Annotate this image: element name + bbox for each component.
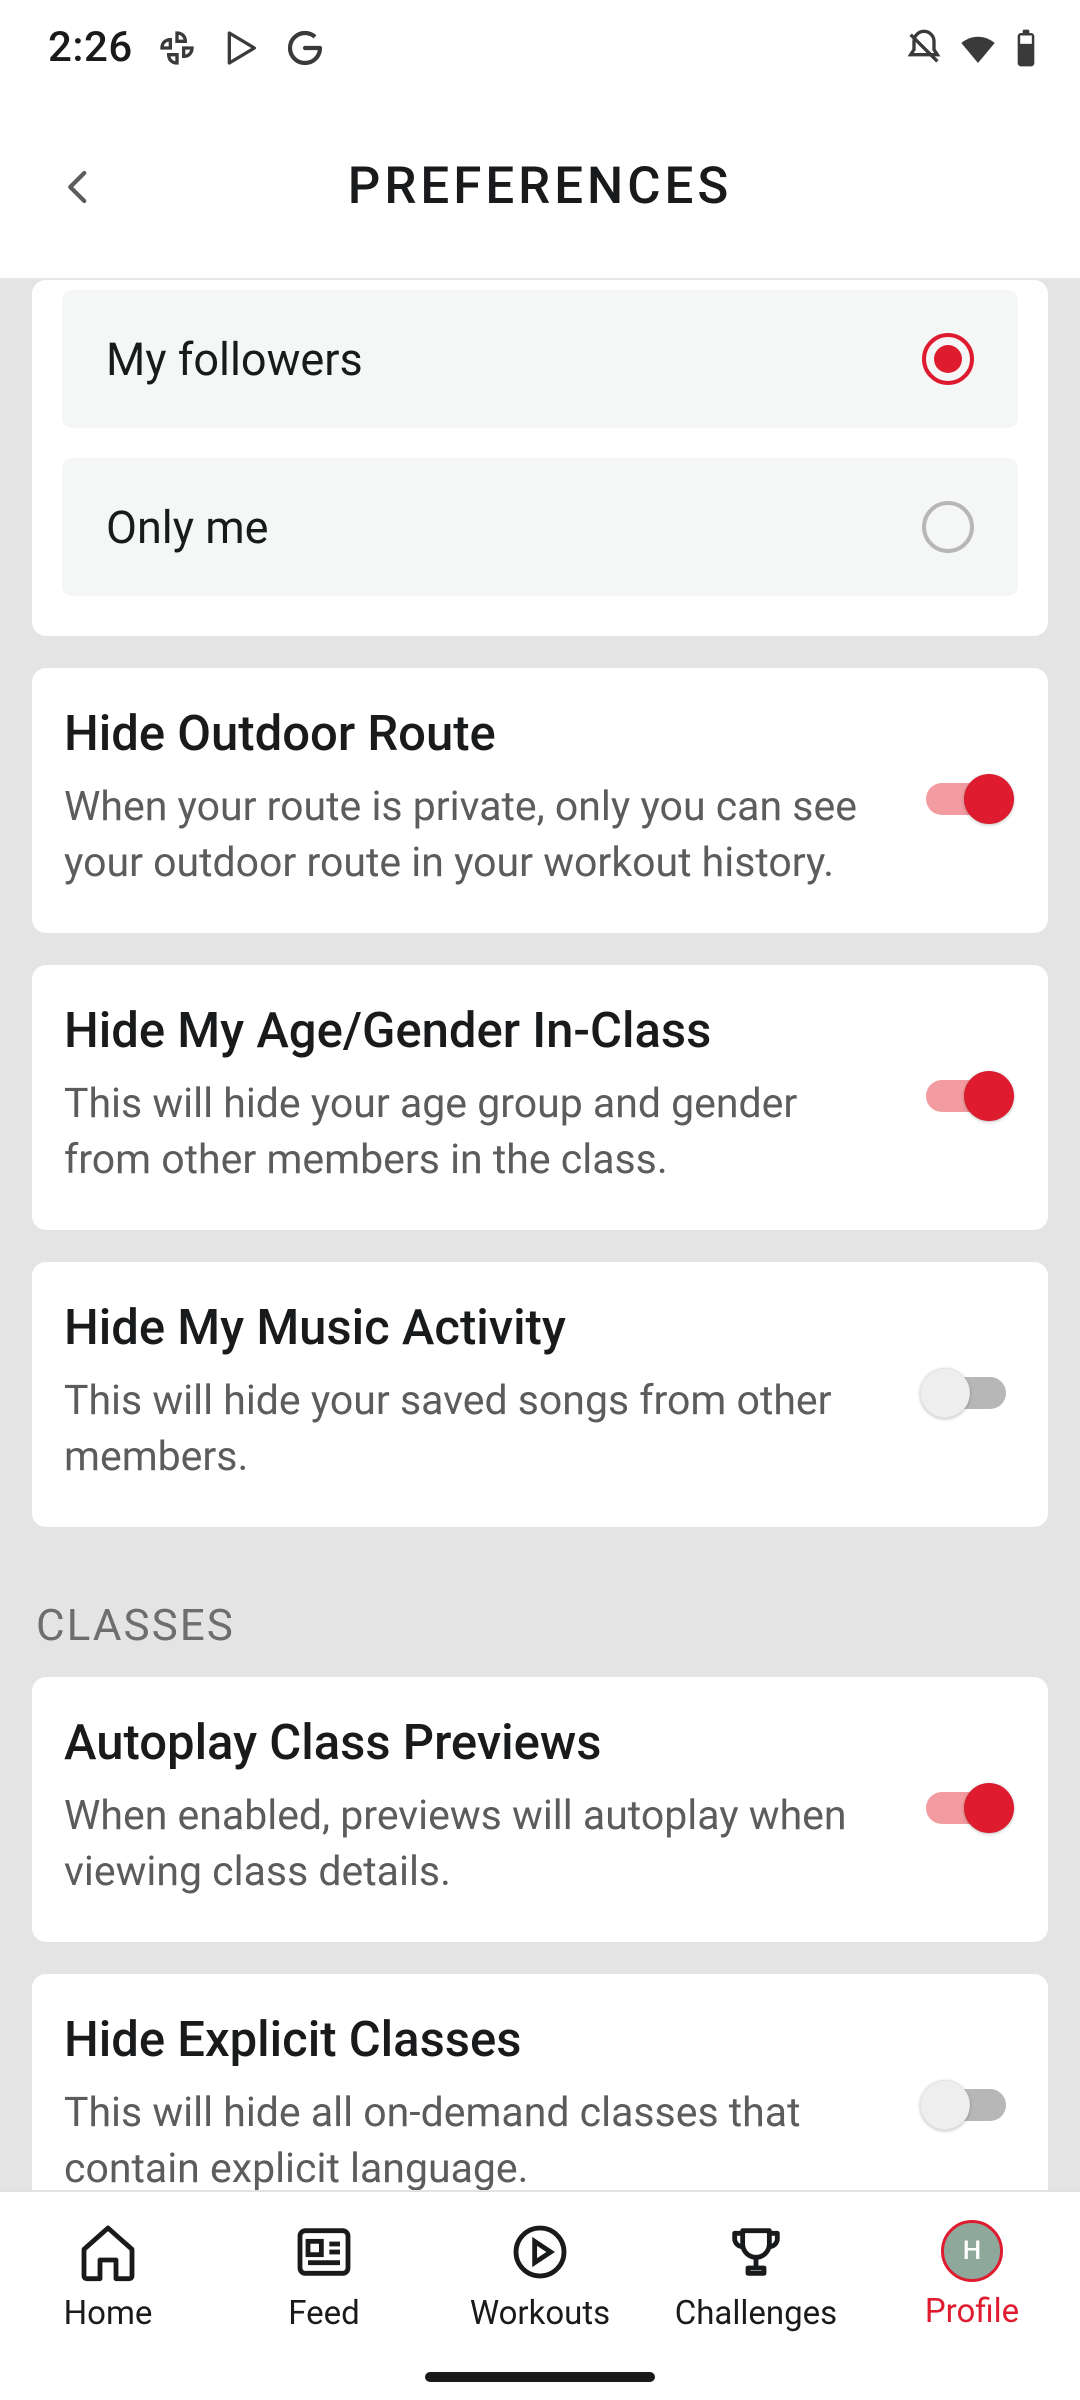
toggle-hide-music-activity[interactable] — [920, 1367, 1012, 1419]
nav-label: Profile — [925, 2292, 1019, 2331]
home-indicator[interactable] — [425, 2372, 655, 2382]
home-icon — [76, 2220, 140, 2284]
notifications-off-icon — [904, 28, 944, 68]
toggle-autoplay-previews[interactable] — [920, 1782, 1012, 1834]
nav-workouts[interactable]: Workouts — [432, 2204, 648, 2400]
nav-challenges[interactable]: Challenges — [648, 2204, 864, 2400]
status-right — [904, 28, 1040, 68]
setting-hide-explicit[interactable]: Hide Explicit Classes This will hide all… — [32, 1974, 1048, 2190]
feed-icon — [292, 2220, 356, 2284]
setting-title: Hide Explicit Classes — [64, 2012, 892, 2068]
app-header: PREFERENCES — [0, 95, 1080, 280]
workouts-icon — [508, 2220, 572, 2284]
wifi-icon — [958, 28, 998, 68]
setting-desc: This will hide your saved songs from oth… — [64, 1374, 892, 1485]
setting-desc: When enabled, previews will autoplay whe… — [64, 1789, 892, 1900]
nav-feed[interactable]: Feed — [216, 2204, 432, 2400]
status-time: 2:26 — [48, 23, 133, 72]
setting-hide-music-activity[interactable]: Hide My Music Activity This will hide yo… — [32, 1262, 1048, 1527]
section-header-classes: CLASSES — [36, 1599, 1044, 1651]
google-g-icon — [285, 28, 325, 68]
setting-text: Hide My Age/Gender In-Class This will hi… — [64, 1003, 892, 1188]
setting-hide-outdoor-route[interactable]: Hide Outdoor Route When your route is pr… — [32, 668, 1048, 933]
radio-label: Only me — [106, 501, 269, 554]
status-left: 2:26 — [48, 23, 325, 72]
radio-control[interactable] — [922, 501, 974, 553]
setting-title: Hide My Music Activity — [64, 1300, 892, 1356]
setting-desc: This will hide all on-demand classes tha… — [64, 2086, 892, 2190]
setting-hide-age-gender[interactable]: Hide My Age/Gender In-Class This will hi… — [32, 965, 1048, 1230]
nav-label: Home — [64, 2294, 153, 2333]
setting-text: Autoplay Class Previews When enabled, pr… — [64, 1715, 892, 1900]
setting-title: Hide My Age/Gender In-Class — [64, 1003, 892, 1059]
toggle-hide-explicit[interactable] — [920, 2079, 1012, 2131]
play-store-icon — [221, 28, 261, 68]
setting-title: Hide Outdoor Route — [64, 706, 892, 762]
setting-text: Hide Explicit Classes This will hide all… — [64, 2012, 892, 2190]
chevron-left-icon — [58, 166, 100, 208]
nav-label: Feed — [288, 2294, 360, 2333]
trophy-icon — [724, 2220, 788, 2284]
radio-label: My followers — [106, 333, 363, 386]
setting-desc: This will hide your age group and gender… — [64, 1077, 892, 1188]
bottom-nav: Home Feed Workouts — [0, 2190, 1080, 2400]
visibility-radio-card: My followers Only me — [32, 280, 1048, 636]
setting-text: Hide Outdoor Route When your route is pr… — [64, 706, 892, 891]
back-button[interactable] — [44, 152, 114, 222]
setting-text: Hide My Music Activity This will hide yo… — [64, 1300, 892, 1485]
battery-icon — [1012, 28, 1040, 68]
radio-control[interactable] — [922, 333, 974, 385]
radio-option-only-me[interactable]: Only me — [62, 458, 1018, 596]
nav-label: Challenges — [675, 2294, 837, 2333]
setting-autoplay-previews[interactable]: Autoplay Class Previews When enabled, pr… — [32, 1677, 1048, 1942]
photos-pinwheel-icon — [157, 28, 197, 68]
nav-home[interactable]: Home — [0, 2204, 216, 2400]
page-title: PREFERENCES — [348, 157, 732, 216]
nav-label: Workouts — [470, 2294, 610, 2333]
preferences-content[interactable]: My followers Only me Hide Outdoor Route … — [0, 280, 1080, 2190]
radio-option-my-followers[interactable]: My followers — [62, 290, 1018, 428]
toggle-hide-age-gender[interactable] — [920, 1070, 1012, 1122]
avatar: H — [941, 2220, 1003, 2282]
setting-title: Autoplay Class Previews — [64, 1715, 892, 1771]
setting-desc: When your route is private, only you can… — [64, 780, 892, 891]
status-bar: 2:26 — [0, 0, 1080, 95]
nav-profile[interactable]: H Profile — [864, 2204, 1080, 2400]
toggle-hide-outdoor-route[interactable] — [920, 773, 1012, 825]
